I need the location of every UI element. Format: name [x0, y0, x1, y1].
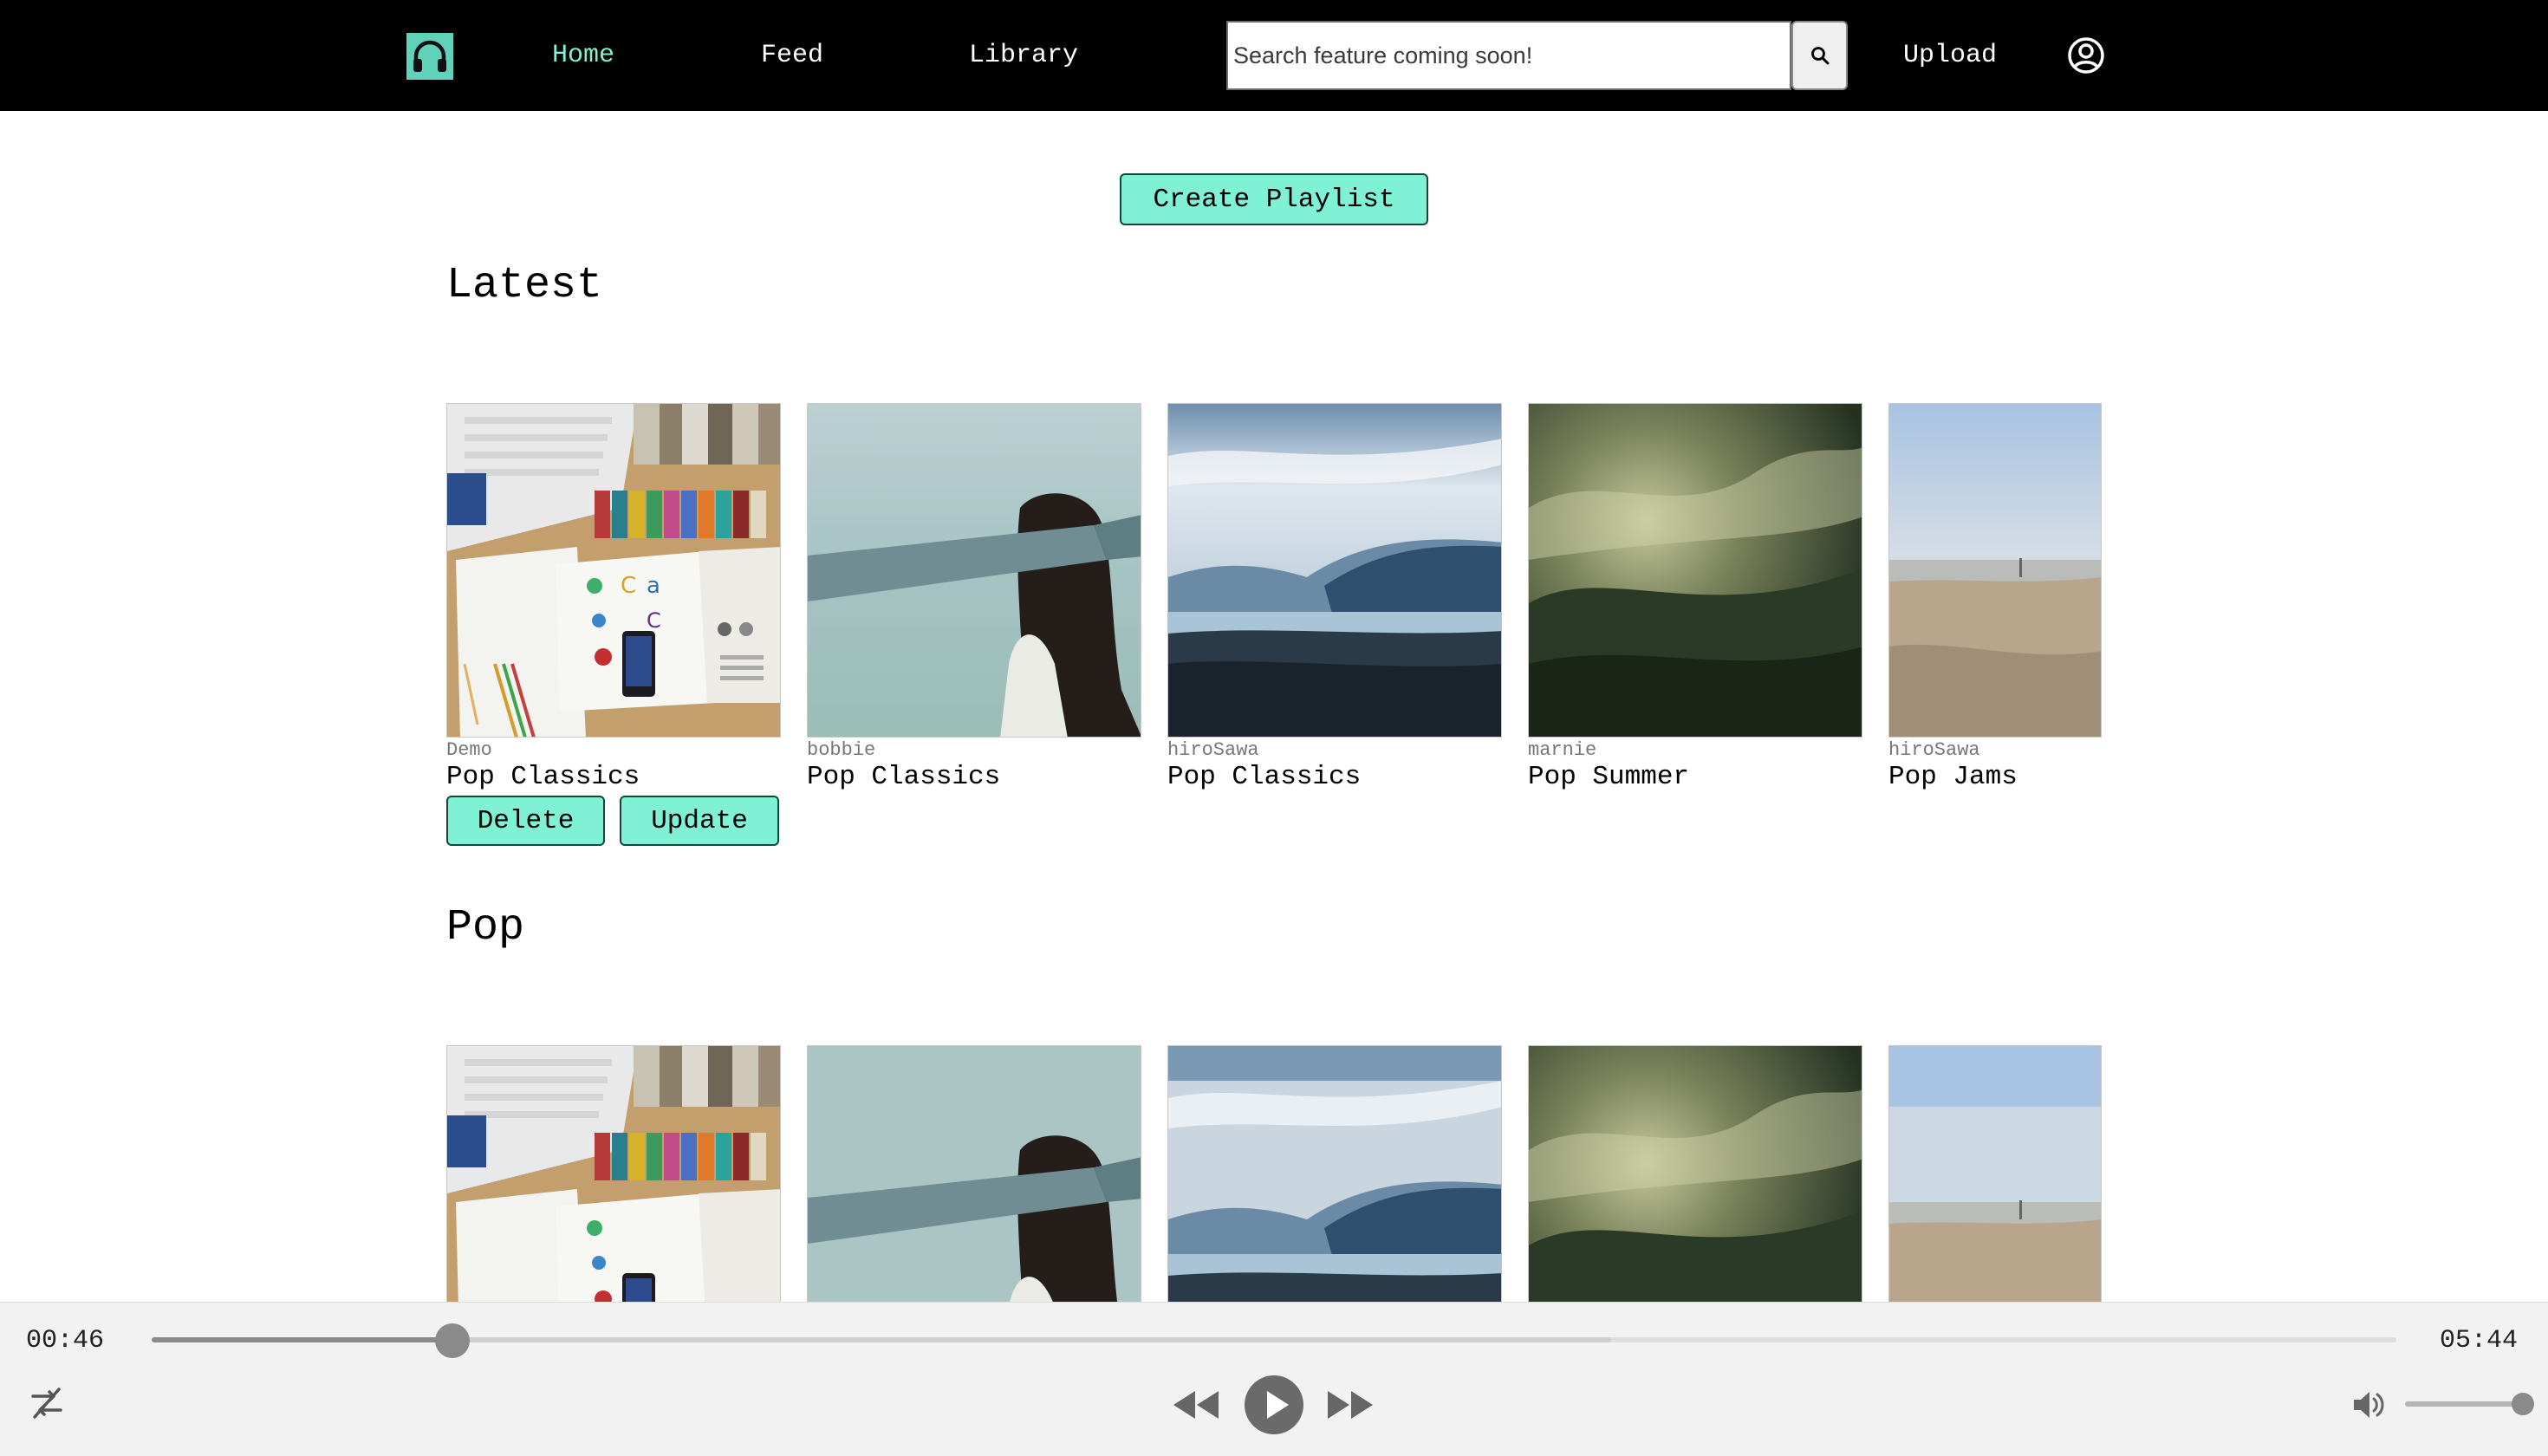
playlist-creator[interactable]: bobbie	[807, 739, 1141, 762]
section-title-pop: Pop	[446, 903, 525, 952]
playlist-cover-image[interactable]	[446, 1045, 781, 1305]
search-field[interactable]	[1226, 21, 1791, 90]
playlist-cover-image[interactable]	[1528, 403, 1862, 738]
play-icon[interactable]	[1245, 1375, 1303, 1439]
progress-played	[152, 1337, 453, 1342]
playlist-creator[interactable]: hiroSawa	[1167, 739, 1502, 762]
playlist-card[interactable]	[1888, 1045, 2102, 1305]
playlist-cover-image[interactable]	[1167, 403, 1502, 738]
volume-icon[interactable]	[2350, 1386, 2389, 1428]
playlist-creator[interactable]: Demo	[446, 739, 781, 762]
delete-playlist-button[interactable]: Delete	[446, 796, 605, 846]
playlist-cover-image[interactable]	[1888, 403, 2102, 738]
section-title-latest: Latest	[446, 261, 603, 310]
nav-library-link[interactable]: Library	[969, 36, 1078, 75]
search-button[interactable]	[1791, 21, 1848, 90]
headphones-icon[interactable]	[406, 33, 453, 80]
playlist-title[interactable]: Pop Classics	[807, 762, 1141, 793]
search-input[interactable]	[1228, 23, 1790, 88]
playlist-card[interactable]: marnie Pop Summer	[1528, 403, 1862, 793]
create-playlist-button[interactable]: Create Playlist	[1120, 173, 1428, 225]
rewind-icon[interactable]	[1172, 1386, 1220, 1428]
progress-handle[interactable]	[435, 1323, 471, 1358]
playlist-cover-image[interactable]	[807, 403, 1141, 738]
playlist-title[interactable]: Pop Summer	[1528, 762, 1862, 793]
playlist-card[interactable]: hiroSawa Pop Jams	[1888, 403, 2102, 793]
svg-text:C: C	[647, 608, 661, 633]
svg-text:a: a	[647, 573, 660, 599]
shuffle-off-icon[interactable]	[28, 1384, 66, 1427]
progress-bar[interactable]	[152, 1337, 2396, 1342]
playlist-cover-image[interactable]	[1888, 1045, 2102, 1305]
duration-time: 05:44	[2440, 1326, 2519, 1355]
top-navbar: Home Feed Library Upload	[0, 0, 2548, 111]
audio-player-bar: 00:46 05:44	[0, 1302, 2548, 1456]
playlist-creator[interactable]: marnie	[1528, 739, 1862, 762]
playlist-title[interactable]: Pop Classics	[446, 762, 781, 793]
playlist-card[interactable]	[1528, 1045, 1862, 1305]
volume-slider[interactable]	[2405, 1401, 2523, 1407]
playlist-cover-image[interactable]: C a C	[446, 403, 781, 738]
user-circle-icon[interactable]	[2067, 36, 2105, 75]
playlist-cover-image[interactable]	[1528, 1045, 1862, 1305]
playlist-card[interactable]	[446, 1045, 781, 1305]
svg-text:C: C	[621, 573, 636, 599]
current-time: 00:46	[26, 1326, 105, 1355]
nav-home-link[interactable]: Home	[552, 36, 614, 75]
playlist-card[interactable]: C a C Demo Pop Classics	[446, 403, 781, 793]
playlist-card[interactable]: bobbie Pop Classics	[807, 403, 1141, 793]
playlist-card[interactable]: hiroSawa Pop Classics	[1167, 403, 1502, 793]
volume-handle[interactable]	[2512, 1393, 2534, 1415]
playlist-title[interactable]: Pop Classics	[1167, 762, 1502, 793]
nav-feed-link[interactable]: Feed	[761, 36, 823, 75]
playlist-card[interactable]	[807, 1045, 1141, 1305]
playlist-creator[interactable]: hiroSawa	[1888, 739, 2102, 762]
upload-link[interactable]: Upload	[1903, 36, 1997, 75]
playlist-title[interactable]: Pop Jams	[1888, 762, 2102, 793]
volume-level	[2405, 1401, 2523, 1407]
search-icon	[1810, 47, 1829, 65]
fast-forward-icon[interactable]	[1326, 1386, 1375, 1428]
playlist-cover-image[interactable]	[807, 1045, 1141, 1305]
playlist-cover-image[interactable]	[1167, 1045, 1502, 1305]
playlist-card[interactable]	[1167, 1045, 1502, 1305]
update-playlist-button[interactable]: Update	[620, 796, 779, 846]
